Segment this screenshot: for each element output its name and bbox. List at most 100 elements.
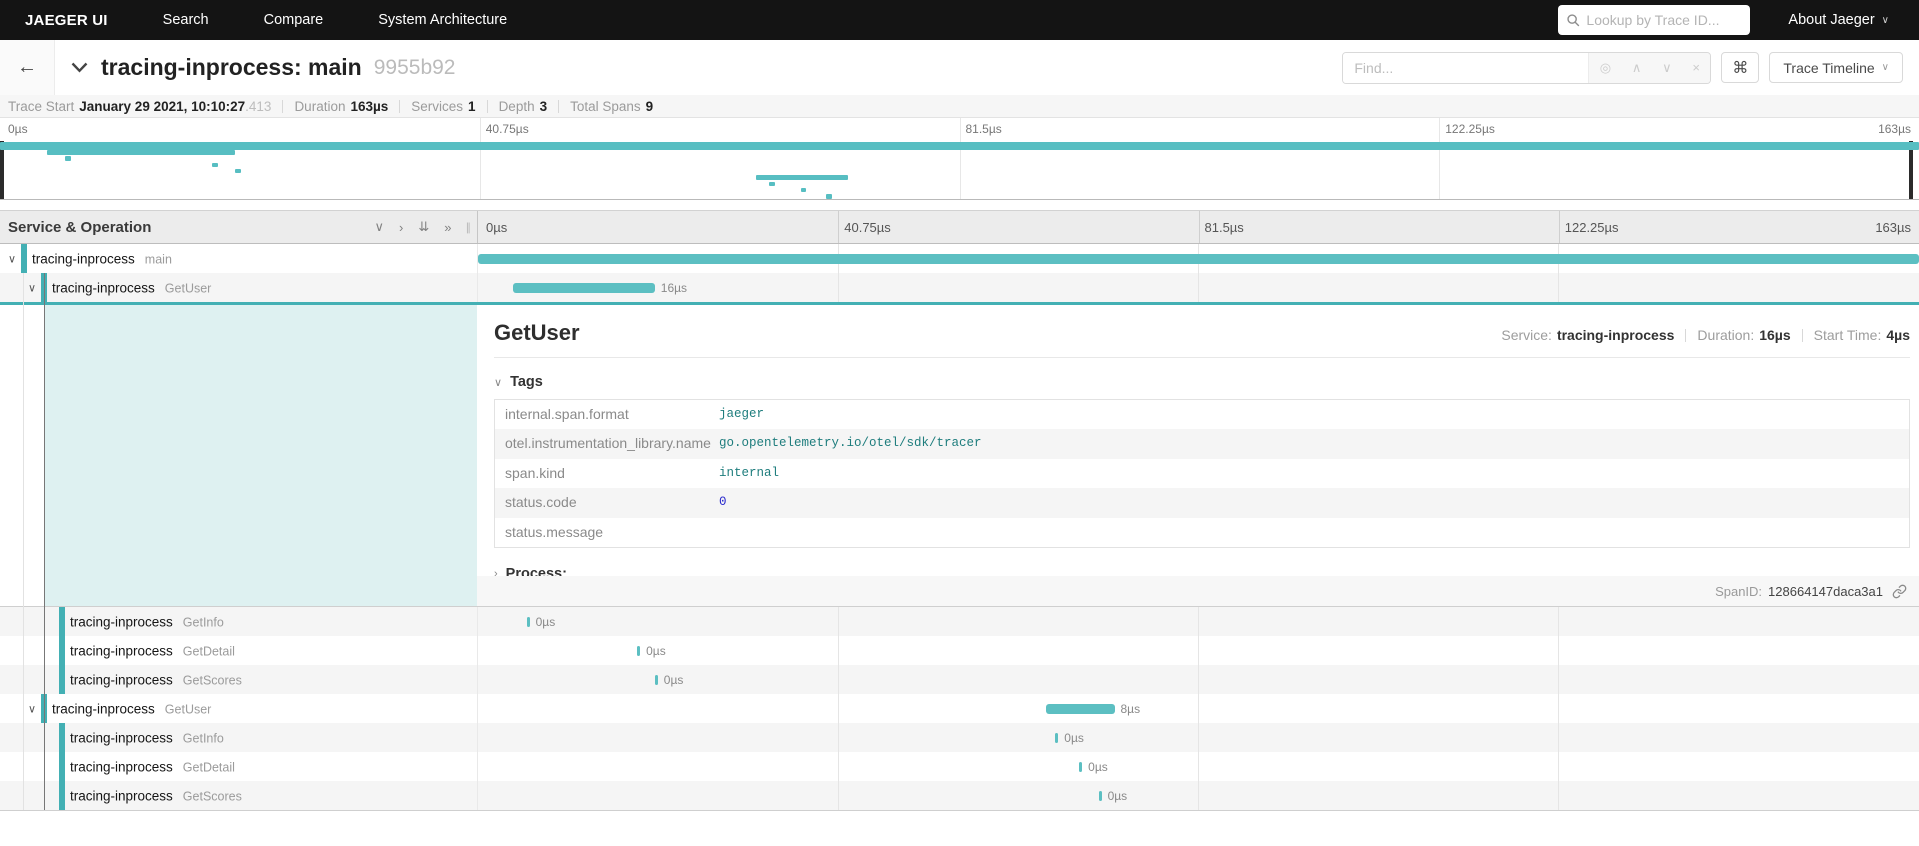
span-duration-label: 0µs [1064, 731, 1084, 745]
chevron-down-icon[interactable]: ∨ [28, 281, 36, 294]
next-match-icon[interactable]: ∨ [1662, 60, 1672, 76]
tag-key: status.message [495, 518, 719, 547]
span-id-value: 128664147daca3a1 [1768, 584, 1883, 599]
column-resizer-grip[interactable]: ∥ [466, 221, 472, 234]
span-duration-bar[interactable] [655, 675, 658, 685]
trace-view-select[interactable]: Trace Timeline ∨ [1769, 52, 1903, 83]
nav-item-search[interactable]: Search [163, 12, 209, 28]
ruler-tick-label: 163µs [1875, 220, 1911, 235]
span-row-getinfo[interactable]: tracing-inprocessGetInfo0µs [0, 723, 1919, 752]
span-detail-meta: Service:tracing-inprocess Duration:16µs … [1501, 327, 1910, 343]
service-color-bar [41, 273, 47, 302]
span-duration-bar[interactable] [1046, 704, 1115, 714]
tag-key: otel.instrumentation_library.name [495, 429, 719, 458]
chevron-down-icon[interactable]: ∨ [28, 702, 36, 715]
tag-value: jaeger [719, 400, 764, 429]
focus-match-icon[interactable]: ◎ [1600, 60, 1611, 76]
span-service-name: tracing-inprocessmain [32, 251, 172, 266]
span-duration-label: 0µs [664, 673, 684, 687]
duration-value: 163µs [350, 99, 388, 114]
top-nav: JAEGER UI Search Compare System Architec… [0, 0, 1919, 40]
find-input[interactable] [1343, 53, 1588, 83]
span-row-getscores[interactable]: tracing-inprocessGetScores0µs [0, 665, 1919, 694]
span-operation-name: main [145, 252, 172, 266]
chevron-down-icon: ∨ [1882, 62, 1889, 73]
span-service-name: tracing-inprocessGetDetail [70, 643, 235, 658]
span-operation-name: GetDetail [183, 760, 235, 774]
span-id-label: SpanID: [1715, 584, 1762, 599]
tag-row[interactable]: span.kindinternal [495, 459, 1909, 488]
minimap-span-bar [826, 194, 832, 199]
span-duration-label: 8µs [1121, 702, 1141, 716]
service-color-bar [59, 752, 65, 781]
minimap-span-bar [756, 175, 848, 180]
ruler-tick-label: 0µs [486, 220, 507, 235]
jaeger-trace-page: JAEGER UI Search Compare System Architec… [0, 0, 1919, 846]
trace-id-lookup-input[interactable] [1586, 12, 1742, 28]
ruler-tick-label: 122.25µs [1565, 220, 1619, 235]
total-spans-value: 9 [646, 99, 654, 114]
trace-id-lookup [1558, 5, 1750, 35]
span-duration-bar[interactable] [513, 283, 654, 293]
span-row-getuser[interactable]: ∨tracing-inprocessGetUser8µs [0, 694, 1919, 723]
expand-all-icon[interactable]: » [444, 220, 451, 235]
span-operation-name: GetScores [183, 673, 242, 687]
chevron-down-icon: ∨ [494, 376, 502, 389]
tag-row[interactable]: internal.span.formatjaeger [495, 400, 1909, 429]
span-duration-bar[interactable] [1099, 791, 1102, 801]
depth-value: 3 [540, 99, 548, 114]
tag-key: status.code [495, 488, 719, 517]
span-row-getuser[interactable]: ∨tracing-inprocessGetUser16µs [0, 273, 1919, 302]
span-duration-bar[interactable] [478, 254, 1919, 264]
span-detail-title: GetUser [494, 320, 580, 346]
tag-row[interactable]: status.message [495, 518, 1909, 547]
span-row-main[interactable]: ∨ tracing-inprocessmain [0, 244, 1919, 273]
service-color-bar [59, 665, 65, 694]
collapse-one-icon[interactable]: ∨ [375, 219, 385, 235]
trace-start-value: January 29 2021, 10:10:27 [79, 99, 245, 114]
span-duration-label: 16µs [661, 281, 687, 295]
span-operation-name: GetUser [165, 281, 212, 295]
jaeger-logo[interactable]: JAEGER UI [25, 12, 108, 29]
prev-match-icon[interactable]: ∧ [1632, 60, 1642, 76]
about-jaeger-menu[interactable]: About Jaeger ∨ [1788, 12, 1889, 28]
span-table-header: Service & Operation ∨ › ⇊ » ∥ 0µs40.75µs… [0, 210, 1919, 244]
selected-span-highlight [45, 305, 477, 606]
span-service-name: tracing-inprocessGetDetail [70, 759, 235, 774]
collapse-trace-header-icon[interactable] [71, 62, 88, 73]
ruler-tick-label: 40.75µs [486, 122, 529, 136]
tag-row[interactable]: status.code0 [495, 488, 1909, 517]
nav-item-system-architecture[interactable]: System Architecture [378, 12, 507, 28]
ruler-gridline [1199, 211, 1200, 243]
link-icon[interactable] [1892, 584, 1907, 599]
span-operation-name: GetUser [165, 702, 212, 716]
ruler-tick-label: 0µs [8, 122, 28, 136]
collapse-all-icon[interactable]: ⇊ [418, 219, 429, 235]
timeline-minimap[interactable]: 0µs40.75µs81.5µs122.25µs163µs [0, 118, 1919, 200]
services-label: Services [411, 99, 463, 114]
clear-find-icon[interactable]: × [1692, 60, 1700, 75]
span-row-getscores[interactable]: tracing-inprocessGetScores0µs [0, 781, 1919, 810]
keyboard-shortcuts-button[interactable]: ⌘ [1721, 52, 1759, 83]
span-duration-bar[interactable] [637, 646, 640, 656]
nav-item-compare[interactable]: Compare [264, 12, 324, 28]
ruler-tick-label: 40.75µs [844, 220, 891, 235]
span-row-getdetail[interactable]: tracing-inprocessGetDetail0µs [0, 636, 1919, 665]
chevron-down-icon[interactable]: ∨ [8, 252, 16, 265]
expand-one-icon[interactable]: › [399, 220, 403, 235]
tags-accordion[interactable]: ∨ Tags [494, 374, 1910, 390]
span-service-name: tracing-inprocessGetInfo [70, 614, 224, 629]
span-duration-bar[interactable] [1079, 762, 1082, 772]
span-rows: ∨ tracing-inprocessmain ∨ tracing-inprocess… [0, 244, 1919, 811]
trace-summary-bar: Trace Start January 29 2021, 10:10:27.41… [0, 95, 1919, 118]
service-color-bar [59, 636, 65, 665]
tag-row[interactable]: otel.instrumentation_library.namego.open… [495, 429, 1909, 458]
span-duration-bar[interactable] [1055, 733, 1058, 743]
span-duration-bar[interactable] [527, 617, 530, 627]
span-detail-panel: GetUser Service:tracing-inprocess Durati… [0, 302, 1919, 607]
span-row-getdetail[interactable]: tracing-inprocessGetDetail0µs [0, 752, 1919, 781]
span-row-getinfo[interactable]: tracing-inprocessGetInfo0µs [0, 607, 1919, 636]
minimap-span-bar [769, 182, 775, 187]
back-button[interactable]: ← [0, 40, 55, 95]
span-duration-label: 0µs [1108, 789, 1128, 803]
